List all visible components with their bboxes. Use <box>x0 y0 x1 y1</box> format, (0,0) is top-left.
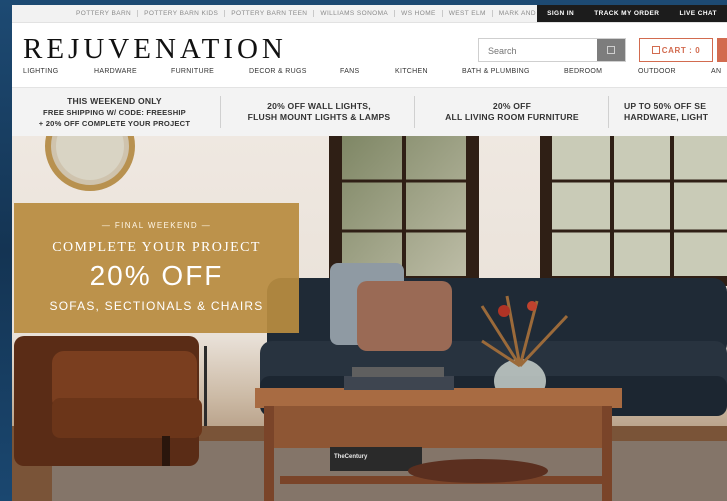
table-books <box>344 376 454 390</box>
promo-lighting-line1: 20% OFF WALL LIGHTS, <box>267 101 371 111</box>
caption-eyebrow: — FINAL WEEKEND — <box>101 221 212 230</box>
site-logo[interactable]: REJUVENATION <box>23 33 287 66</box>
nav-item-lighting[interactable]: LIGHTING <box>23 68 58 75</box>
sister-brands: POTTERY BARN POTTERY BARN KIDS POTTERY B… <box>70 5 575 22</box>
wooden-bowl <box>408 459 548 483</box>
cart-button[interactable]: CART : 0 <box>639 38 713 62</box>
promo-living-room[interactable]: 20% OFF ALL LIVING ROOM FURNITURE <box>417 88 607 136</box>
caption-subline: SOFAS, SECTIONALS & CHAIRS <box>49 299 264 313</box>
promo-weekend-line1: THIS WEEKEND ONLY <box>67 95 162 106</box>
promo-divider <box>414 96 415 128</box>
promo-hardware[interactable]: UP TO 50% OFF SE HARDWARE, LIGHT <box>624 88 727 136</box>
promo-weekend[interactable]: THIS WEEKEND ONLY FREE SHIPPING W/ CODE:… <box>12 88 217 136</box>
search-box <box>478 38 626 62</box>
sign-in-link[interactable]: SIGN IN <box>547 10 574 17</box>
promo-living-line2: ALL LIVING ROOM FURNITURE <box>445 112 579 122</box>
promo-divider <box>220 96 221 128</box>
nav-item-decor-rugs[interactable]: DECOR & RUGS <box>249 68 307 75</box>
promo-weekend-line3: + 20% OFF COMPLETE YOUR PROJECT <box>38 118 191 128</box>
search-icon <box>607 46 615 54</box>
live-chat-link[interactable]: LIVE CHAT <box>679 10 716 17</box>
main-nav: LIGHTING HARDWARE FURNITURE DECOR & RUGS… <box>12 68 727 82</box>
brand-bar: POTTERY BARN POTTERY BARN KIDS POTTERY B… <box>12 5 727 23</box>
brand-link-west-elm[interactable]: WEST ELM <box>443 10 493 17</box>
nav-item-bath-plumbing[interactable]: BATH & PLUMBING <box>462 68 530 75</box>
promo-caption[interactable]: — FINAL WEEKEND — COMPLETE YOUR PROJECT … <box>14 203 299 333</box>
brand-link-pottery-barn-kids[interactable]: POTTERY BARN KIDS <box>138 10 226 17</box>
utility-bar: SIGN IN TRACK MY ORDER LIVE CHAT <box>537 5 727 22</box>
promo-divider <box>608 96 609 128</box>
promo-hardware-line1: UP TO 50% OFF SE <box>624 101 707 111</box>
promo-hardware-line2: HARDWARE, LIGHT <box>624 112 709 122</box>
nav-item-kitchen[interactable]: KITCHEN <box>395 68 428 75</box>
promo-lighting[interactable]: 20% OFF WALL LIGHTS, FLUSH MOUNT LIGHTS … <box>224 88 414 136</box>
brand-link-ws-home[interactable]: WS HOME <box>395 10 443 17</box>
coffee-table <box>255 388 622 408</box>
nav-item-bedroom[interactable]: BEDROOM <box>564 68 602 75</box>
nav-item-furniture[interactable]: FURNITURE <box>171 68 214 75</box>
cart-label: CART : 0 <box>661 45 701 55</box>
track-order-link[interactable]: TRACK MY ORDER <box>594 10 659 17</box>
caption-headline: COMPLETE YOUR PROJECT <box>52 240 261 255</box>
search-button[interactable] <box>597 39 625 61</box>
brand-link-pottery-barn-teen[interactable]: POTTERY BARN TEEN <box>225 10 315 17</box>
promo-weekend-line2: FREE SHIPPING W/ CODE: FREESHIP <box>43 107 186 117</box>
hero-banner[interactable]: — FINAL WEEKEND — COMPLETE YOUR PROJECT … <box>12 136 727 501</box>
brand-link-pottery-barn[interactable]: POTTERY BARN <box>70 10 139 17</box>
nav-item-fans[interactable]: FANS <box>340 68 359 75</box>
search-input[interactable] <box>486 40 600 62</box>
pillow-patterned <box>357 281 452 351</box>
promo-lighting-line2: FLUSH MOUNT LIGHTS & LAMPS <box>247 112 391 122</box>
brand-link-williams-sonoma[interactable]: WILLIAMS SONOMA <box>314 10 396 17</box>
browser-page: POTTERY BARN POTTERY BARN KIDS POTTERY B… <box>12 5 727 501</box>
nav-item-outdoor[interactable]: OUTDOOR <box>638 68 676 75</box>
header-accent-edge <box>717 38 727 62</box>
promo-living-line1: 20% OFF <box>492 101 532 111</box>
caption-discount: 20% OFF <box>89 260 224 291</box>
book-title-label: TheCentury <box>334 454 368 460</box>
bag-icon <box>651 46 660 54</box>
nav-item-more[interactable]: AN <box>711 68 721 75</box>
promo-band: THIS WEEKEND ONLY FREE SHIPPING W/ CODE:… <box>12 87 727 137</box>
nav-item-hardware[interactable]: HARDWARE <box>94 68 137 75</box>
